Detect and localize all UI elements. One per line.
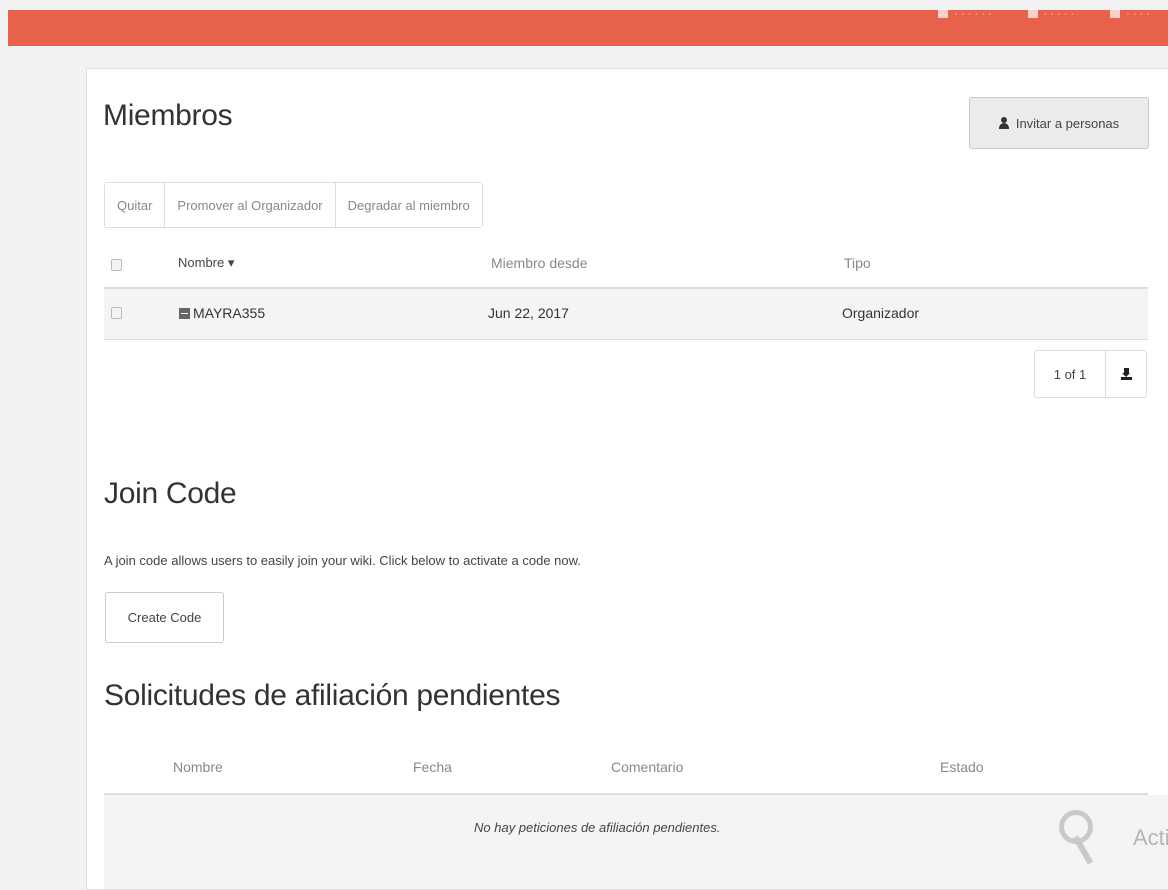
requests-column-comment[interactable]: Comentario (611, 759, 683, 775)
top-navigation-bar: · · · · · · · · · · · · · · · (8, 10, 1168, 46)
demote-member-button[interactable]: Degradar al miembro (335, 183, 482, 227)
member-name[interactable]: MAYRA355 (193, 305, 265, 321)
pending-requests-title: Solicitudes de afiliación pendientes (104, 679, 561, 712)
requests-column-name[interactable]: Nombre (173, 759, 223, 775)
topbar-item[interactable]: · · · · · · (938, 10, 992, 18)
user-avatar-icon (179, 308, 190, 319)
topbar-item[interactable]: · · · · (1110, 10, 1150, 18)
user-icon (998, 117, 1009, 129)
requests-empty-row: No hay peticiones de afiliación pendient… (104, 795, 1168, 889)
remove-button[interactable]: Quitar (105, 183, 166, 227)
column-name-sort[interactable]: Nombre ▾ (178, 255, 234, 271)
invite-button-label: Invitar a personas (1015, 115, 1120, 131)
column-type[interactable]: Tipo (844, 255, 871, 271)
empty-requests-message: No hay peticiones de afiliación pendient… (474, 820, 721, 835)
requests-column-status[interactable]: Estado (940, 759, 984, 775)
column-member-since[interactable]: Miembro desde (491, 255, 588, 271)
row-checkbox[interactable] (111, 307, 122, 319)
page-indicator: 1 of 1 (1035, 351, 1106, 397)
member-since-value: Jun 22, 2017 (488, 305, 569, 321)
create-code-button[interactable]: Create Code (105, 592, 224, 643)
member-type-value: Organizador (842, 305, 920, 321)
members-panel: Miembros Invitar a personas Quitar Promo… (86, 68, 1168, 890)
member-actions-toolbar: Quitar Promover al Organizador Degradar … (104, 182, 483, 228)
activation-watermark: Activ (1133, 825, 1168, 850)
pagination: 1 of 1 (1034, 350, 1147, 398)
join-code-title: Join Code (104, 477, 237, 510)
square-icon (938, 10, 949, 18)
requests-column-date[interactable]: Fecha (413, 759, 452, 775)
table-row[interactable]: MAYRA355 Jun 22, 2017 Organizador (104, 287, 1148, 340)
invite-people-button[interactable]: Invitar a personas (969, 97, 1149, 149)
members-title: Miembros (103, 99, 233, 132)
download-icon (1120, 368, 1132, 380)
square-icon (1110, 10, 1121, 18)
download-button[interactable] (1106, 351, 1146, 397)
join-code-description: A join code allows users to easily join … (104, 553, 581, 568)
select-all-checkbox[interactable] (111, 259, 122, 271)
topbar-item[interactable]: · · · · · (1027, 10, 1074, 18)
members-table-header: Nombre ▾ Miembro desde Tipo (104, 241, 1148, 287)
topbar-items: · · · · · · · · · · · · · · · (938, 10, 1150, 18)
promote-organizer-button[interactable]: Promover al Organizador (165, 183, 336, 227)
square-icon (1027, 10, 1038, 18)
